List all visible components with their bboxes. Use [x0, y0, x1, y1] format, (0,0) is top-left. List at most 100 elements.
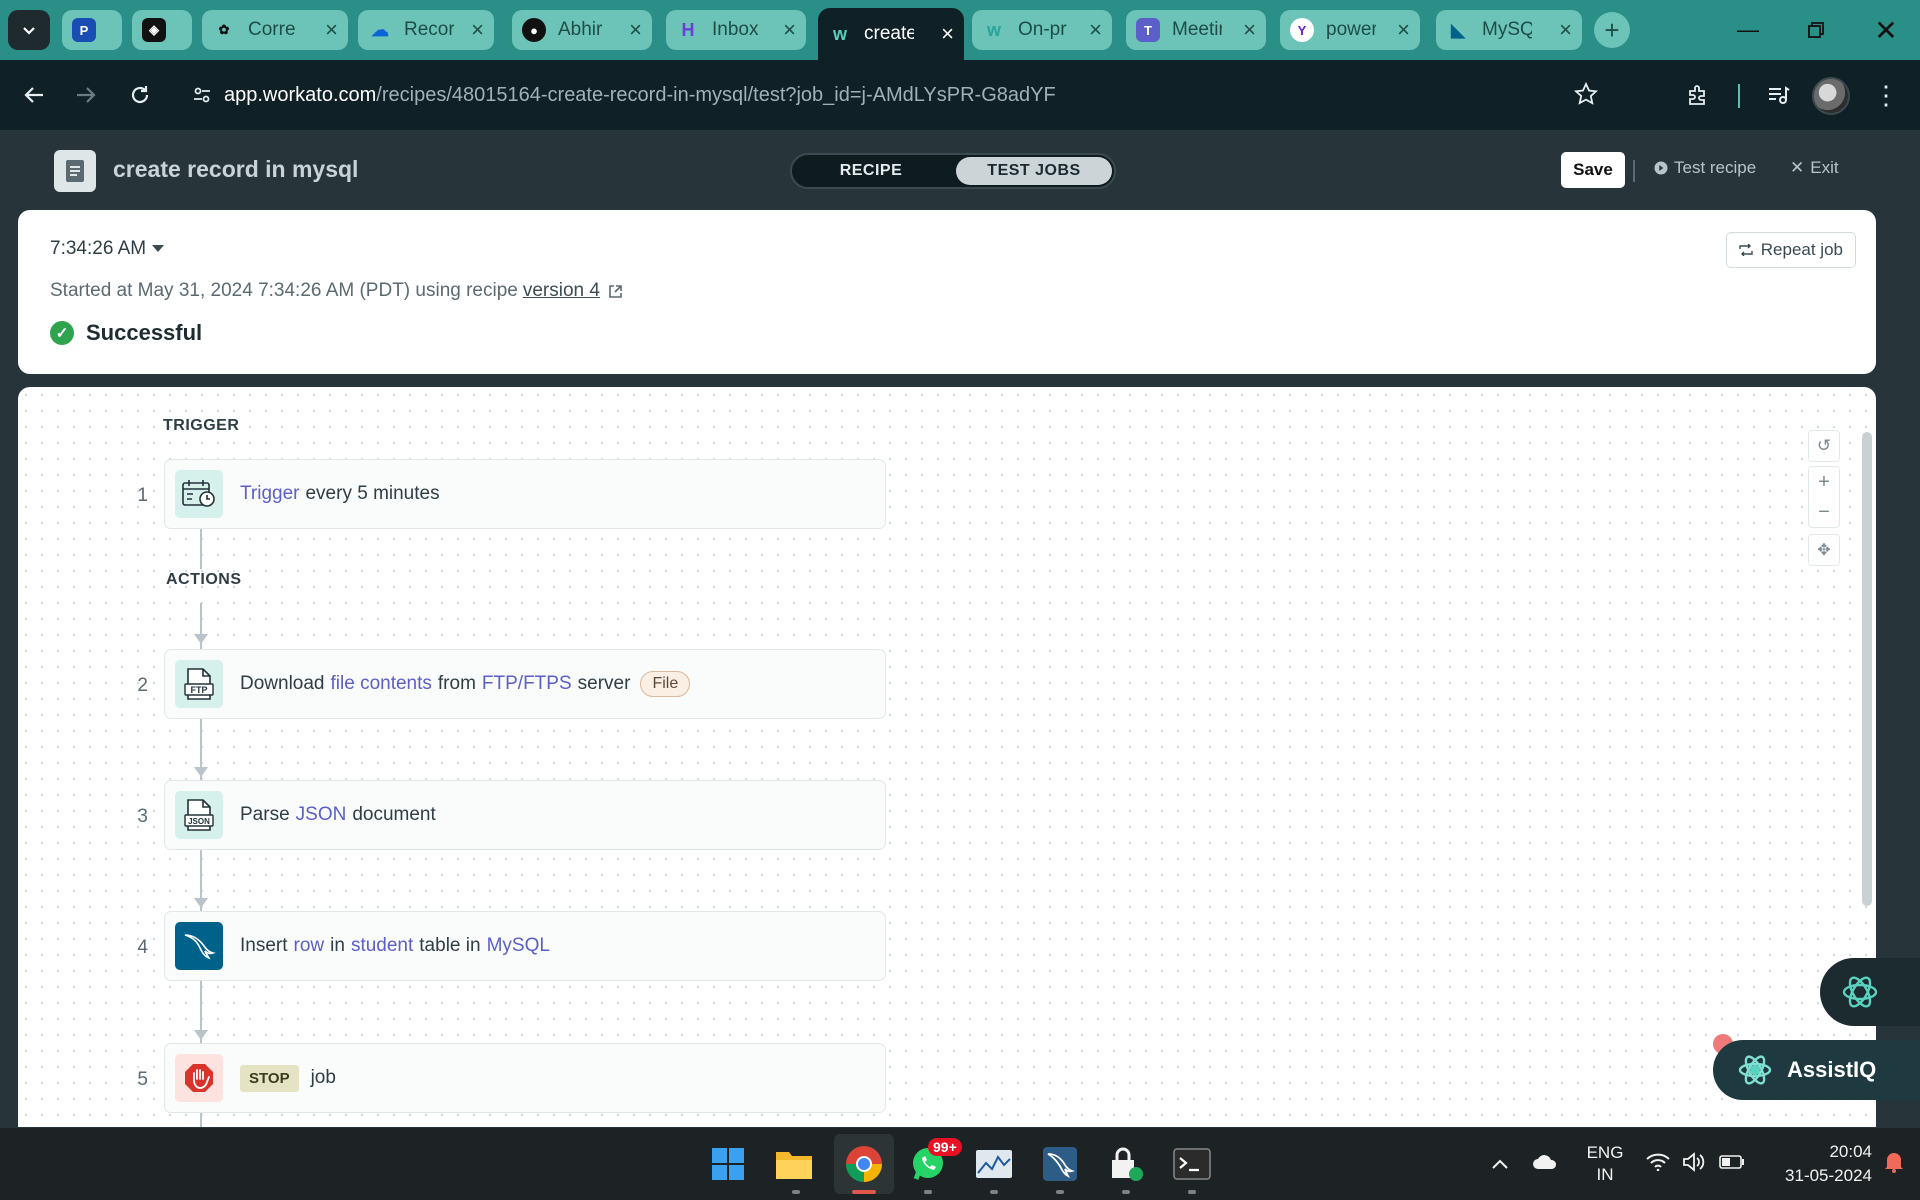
browser-tab[interactable]: ☁ Recor ×: [358, 10, 494, 50]
browser-tab[interactable]: H Inbox ×: [666, 10, 806, 50]
stop-badge: STOP: [240, 1064, 299, 1092]
test-recipe-button[interactable]: Test recipe: [1654, 158, 1756, 178]
zoom-in-icon[interactable]: +: [1809, 467, 1839, 497]
browser-tab[interactable]: ◈: [132, 10, 192, 50]
terminal-icon[interactable]: [1170, 1142, 1214, 1186]
reload-icon[interactable]: [118, 73, 162, 117]
tab-label: On-pr: [1018, 19, 1067, 40]
volume-icon[interactable]: [1676, 1151, 1712, 1177]
running-indicator: [924, 1190, 932, 1194]
job-status: ✓ Successful: [50, 320, 202, 346]
clock-date: 31-05-2024: [1785, 1166, 1872, 1185]
secure-client-icon[interactable]: [1104, 1142, 1148, 1186]
close-icon[interactable]: ×: [471, 19, 484, 41]
yahoo-icon: Y: [1290, 18, 1314, 42]
forward-icon[interactable]: [64, 73, 108, 117]
step-keyword[interactable]: MySQL: [487, 935, 550, 957]
version-link[interactable]: version 4: [523, 280, 600, 302]
browser-tab-active[interactable]: w create ×: [818, 8, 964, 60]
step-stop-job[interactable]: STOP job: [164, 1043, 886, 1113]
zoom-out-icon[interactable]: −: [1809, 497, 1839, 527]
browser-tab[interactable]: ● Abhir ×: [512, 10, 652, 50]
close-icon[interactable]: ×: [783, 19, 796, 41]
browser-tab[interactable]: ✿ Corre ×: [202, 10, 348, 50]
flow-connector: [200, 1113, 202, 1127]
step-parse-json[interactable]: JSON Parse JSON document: [164, 780, 886, 850]
whatsapp-icon[interactable]: 99+: [906, 1138, 962, 1186]
close-icon[interactable]: ×: [1559, 19, 1572, 41]
close-icon[interactable]: ×: [941, 23, 954, 45]
new-tab-button[interactable]: +: [1594, 12, 1630, 48]
file-explorer-icon[interactable]: [772, 1142, 816, 1186]
browser-tab[interactable]: w On-pr ×: [972, 10, 1112, 50]
browser-tab[interactable]: P: [62, 10, 122, 50]
more-menu-icon[interactable]: ⋮: [1864, 73, 1908, 117]
step-ftp-download[interactable]: FTP Download file contents from FTP/FTPS…: [164, 649, 886, 719]
exit-button[interactable]: ✕ Exit: [1790, 158, 1839, 178]
mysql-icon: ◣: [1451, 19, 1465, 40]
clock[interactable]: 20:04 31-05-2024: [1752, 1140, 1872, 1188]
battery-icon[interactable]: [1712, 1154, 1752, 1174]
reset-icon[interactable]: ↺: [1809, 431, 1839, 461]
onedrive-cloud-icon[interactable]: [1520, 1154, 1570, 1175]
tray-overflow-chevron-icon[interactable]: [1480, 1154, 1520, 1174]
step-keyword[interactable]: JSON: [296, 804, 347, 826]
step-keyword[interactable]: Trigger: [240, 483, 299, 505]
tab-search-button[interactable]: [8, 10, 50, 50]
notification-bell-icon[interactable]: [1872, 1151, 1916, 1178]
media-control-icon[interactable]: [1756, 73, 1800, 117]
step-word: Parse: [240, 804, 290, 825]
close-window-icon[interactable]: ✕: [1852, 0, 1920, 60]
step-keyword[interactable]: FTP/FTPS: [482, 673, 572, 695]
fit-to-screen-icon[interactable]: ✥: [1809, 535, 1839, 565]
minimize-icon[interactable]: —: [1714, 0, 1782, 60]
save-button[interactable]: Save: [1561, 152, 1625, 188]
monitor-app-icon[interactable]: [972, 1142, 1016, 1186]
mysql-workbench-icon[interactable]: [1038, 1142, 1082, 1186]
wifi-icon[interactable]: [1640, 1153, 1676, 1176]
inbox-icon: H: [681, 19, 695, 40]
ai-assistant-button[interactable]: [1820, 958, 1920, 1026]
windows-start-icon[interactable]: [706, 1142, 750, 1186]
page-scrollbar-thumb[interactable]: [1862, 432, 1872, 906]
running-indicator: [990, 1190, 998, 1194]
step-keyword[interactable]: student: [351, 935, 413, 957]
step-keyword[interactable]: row: [294, 935, 325, 957]
language-indicator[interactable]: ENG IN: [1570, 1142, 1640, 1186]
close-icon[interactable]: ×: [629, 19, 642, 41]
extensions-icon[interactable]: [1676, 73, 1720, 117]
step-number: 5: [137, 1069, 148, 1090]
browser-tab[interactable]: T Meetir ×: [1126, 10, 1266, 50]
bookmark-star-icon[interactable]: [1573, 81, 1599, 111]
recipe-canvas[interactable]: TRIGGER 1 Trigger every 5 minutes ACTION…: [18, 387, 1876, 1127]
browser-tab[interactable]: Y power ×: [1280, 10, 1420, 50]
fit-view-control: ✥: [1808, 534, 1840, 566]
back-icon[interactable]: [12, 73, 56, 117]
job-time-dropdown[interactable]: 7:34:26 AM: [50, 238, 165, 260]
step-text: STOP job: [240, 1064, 336, 1092]
step-mysql-insert[interactable]: Insert row in student table in MySQL: [164, 911, 886, 981]
close-icon[interactable]: ×: [325, 19, 338, 41]
step-trigger[interactable]: Trigger every 5 minutes: [164, 459, 886, 529]
tab-test-jobs[interactable]: TEST JOBS: [956, 157, 1112, 185]
address-bar[interactable]: app.workato.com/recipes/48015164-create-…: [180, 72, 1634, 118]
close-icon[interactable]: ×: [1397, 19, 1410, 41]
restore-icon[interactable]: [1782, 0, 1850, 60]
browser-tab[interactable]: ◣ MySQ ×: [1436, 10, 1582, 50]
external-link-icon[interactable]: [608, 284, 623, 299]
chrome-icon[interactable]: [842, 1142, 886, 1186]
assistiq-logo-icon: [1738, 1055, 1772, 1085]
openai-icon: ✿: [218, 22, 230, 37]
step-keyword[interactable]: file contents: [331, 673, 432, 695]
assistiq-button[interactable]: AssistIQ: [1713, 1040, 1920, 1100]
close-icon[interactable]: ×: [1089, 19, 1102, 41]
close-icon[interactable]: ×: [1243, 19, 1256, 41]
actions-section-label: ACTIONS: [166, 571, 242, 588]
site-info-icon[interactable]: [180, 85, 224, 105]
repeat-job-button[interactable]: Repeat job: [1725, 232, 1856, 268]
caret-down-icon: [152, 245, 165, 252]
tab-label: MySQ: [1482, 19, 1532, 40]
tab-recipe[interactable]: RECIPE: [796, 157, 946, 185]
profile-avatar[interactable]: [1812, 77, 1850, 115]
notification-badge: 99+: [928, 1138, 962, 1156]
